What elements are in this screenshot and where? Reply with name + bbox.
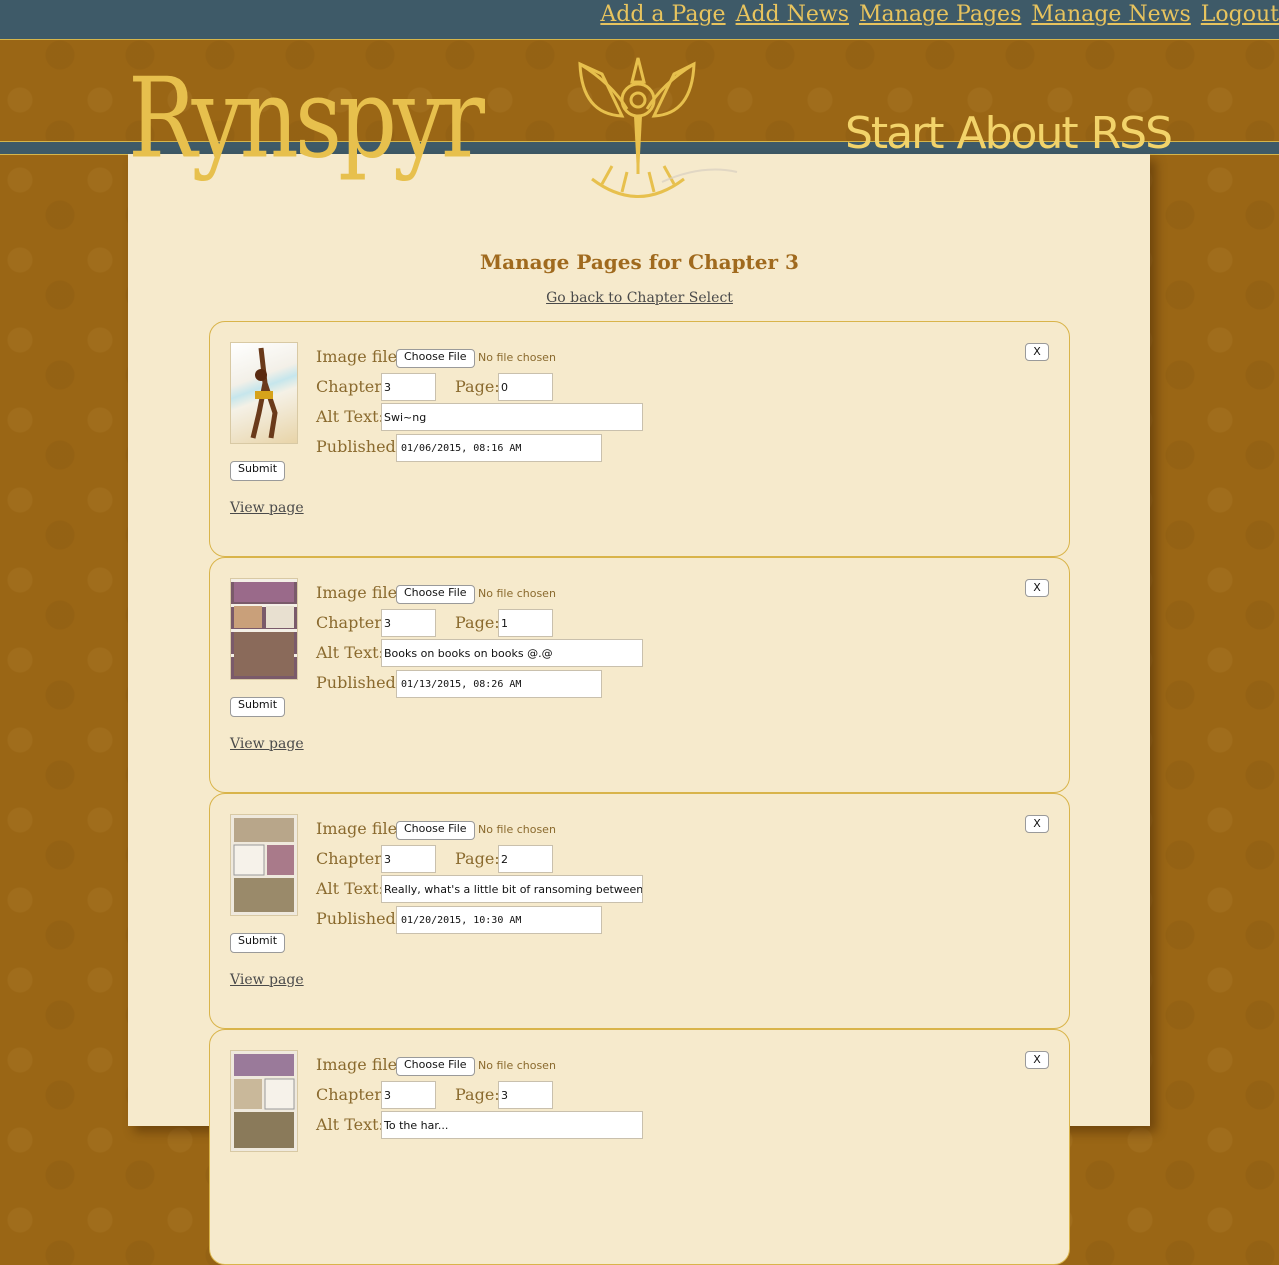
chapter-input[interactable]: 3 (381, 1081, 436, 1109)
alt-text-label: Alt Text: (316, 1115, 384, 1134)
site-logo[interactable]: Rynspyr (128, 63, 485, 174)
alt-text-input[interactable]: Swi~ng (381, 403, 643, 431)
choose-file-button[interactable]: Choose File (396, 349, 475, 368)
no-file-text: No file chosen (478, 823, 556, 836)
submit-button[interactable]: Submit (230, 461, 286, 481)
published-datetime-input[interactable]: 01/20/2015, 10:30 AM (396, 906, 602, 934)
page-number-input[interactable]: 0 (498, 373, 553, 401)
page-label: Page: (455, 1085, 500, 1104)
image-file-label: Image file: (316, 819, 403, 838)
choose-file-button[interactable]: Choose File (396, 1057, 475, 1076)
thumbnail-panels-icon (234, 1054, 295, 1148)
page-thumbnail[interactable] (230, 1050, 298, 1152)
page-card: Image file: Choose File No file chosen C… (209, 321, 1070, 557)
chapter-input[interactable]: 3 (381, 845, 436, 873)
delete-page-button[interactable]: X (1025, 1051, 1049, 1069)
chapter-input[interactable]: 3 (381, 373, 436, 401)
nav-manage-pages[interactable]: Manage Pages (859, 2, 1021, 27)
page-thumbnail[interactable] (230, 814, 298, 916)
image-file-label: Image file: (316, 347, 403, 366)
published-label: Published: (316, 673, 402, 692)
submit-button[interactable]: Submit (230, 933, 286, 953)
back-to-chapter-select-link[interactable]: Go back to Chapter Select (546, 290, 733, 306)
admin-topbar: Add a Page Add News Manage Pages Manage … (0, 0, 1279, 40)
page-card: Image file: Choose File No file chosen C… (209, 793, 1070, 1029)
page-thumbnail[interactable] (230, 578, 298, 680)
site-nav-about[interactable]: About (957, 108, 1079, 159)
chapter-label: Chapter: (316, 613, 388, 632)
submit-button[interactable]: Submit (230, 697, 286, 717)
published-datetime-input[interactable]: 01/13/2015, 08:26 AM (396, 670, 602, 698)
page-number-input[interactable]: 1 (498, 609, 553, 637)
view-page-link[interactable]: View page (230, 736, 304, 752)
no-file-text: No file chosen (478, 1059, 556, 1072)
thumbnail-panels-icon (234, 582, 294, 676)
emblem-icon (578, 57, 738, 198)
page-card: Image file: Choose File No file chosen C… (209, 557, 1070, 793)
nav-add-page[interactable]: Add a Page (600, 2, 725, 27)
thumbnail-figure-icon (250, 347, 278, 439)
published-datetime-input[interactable]: 01/06/2015, 08:16 AM (396, 434, 602, 462)
alt-text-input[interactable]: Really, what's a little bit of ransoming… (381, 875, 643, 903)
view-page-link[interactable]: View page (230, 972, 304, 988)
page-number-input[interactable]: 3 (498, 1081, 553, 1109)
page-label: Page: (455, 849, 500, 868)
chapter-label: Chapter: (316, 377, 388, 396)
page-number-input[interactable]: 2 (498, 845, 553, 873)
view-page-link[interactable]: View page (230, 500, 304, 516)
choose-file-button[interactable]: Choose File (396, 821, 475, 840)
page-title: Manage Pages for Chapter 3 (480, 250, 799, 274)
alt-text-input[interactable]: To the har... (381, 1111, 643, 1139)
chapter-label: Chapter: (316, 849, 388, 868)
page-label: Page: (455, 377, 500, 396)
image-file-label: Image file: (316, 583, 403, 602)
published-label: Published: (316, 437, 402, 456)
no-file-text: No file chosen (478, 587, 556, 600)
nav-logout[interactable]: Logout (1201, 2, 1279, 27)
no-file-text: No file chosen (478, 351, 556, 364)
delete-page-button[interactable]: X (1025, 815, 1049, 833)
back-link-wrap: Go back to Chapter Select (0, 290, 1279, 306)
site-nav-rss[interactable]: RSS (1091, 108, 1173, 159)
chapter-input[interactable]: 3 (381, 609, 436, 637)
delete-page-button[interactable]: X (1025, 579, 1049, 597)
page-card: Image file: Choose File No file chosen C… (209, 1029, 1070, 1265)
alt-text-input[interactable]: Books on books on books @.@ (381, 639, 643, 667)
choose-file-button[interactable]: Choose File (396, 585, 475, 604)
alt-text-label: Alt Text: (316, 879, 384, 898)
delete-page-button[interactable]: X (1025, 343, 1049, 361)
site-nav: Start About RSS (845, 108, 1173, 159)
alt-text-label: Alt Text: (316, 407, 384, 426)
image-file-label: Image file: (316, 1055, 403, 1074)
alt-text-label: Alt Text: (316, 643, 384, 662)
nav-add-news[interactable]: Add News (736, 2, 849, 27)
admin-nav: Add a Page Add News Manage Pages Manage … (600, 2, 1279, 27)
chapter-label: Chapter: (316, 1085, 388, 1104)
thumbnail-panels-icon (233, 818, 294, 912)
page-label: Page: (455, 613, 500, 632)
nav-manage-news[interactable]: Manage News (1031, 2, 1190, 27)
published-label: Published: (316, 909, 402, 928)
page-thumbnail[interactable] (230, 342, 298, 444)
site-nav-start[interactable]: Start (845, 108, 944, 159)
